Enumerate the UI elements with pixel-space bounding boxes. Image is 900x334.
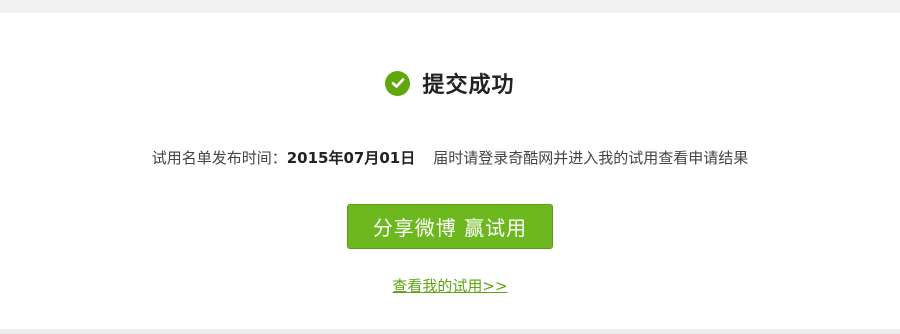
- result-panel: 提交成功 试用名单发布时间：2015年07月01日 届时请登录奇酷网并进入我的试用…: [0, 13, 900, 329]
- success-header: 提交成功: [0, 68, 900, 98]
- my-trials-link[interactable]: 查看我的试用>>: [0, 275, 900, 296]
- publish-info: 试用名单发布时间：2015年07月01日 届时请登录奇酷网并进入我的试用查看申请结…: [0, 147, 900, 168]
- check-circle-icon: [385, 70, 411, 96]
- publish-date: 2015年07月01日: [286, 149, 416, 167]
- success-title: 提交成功: [422, 73, 515, 98]
- result-message: 届时请登录奇酷网并进入我的试用查看申请结果: [433, 149, 749, 167]
- top-strip: [0, 0, 900, 13]
- publish-label: 试用名单发布时间：: [151, 149, 287, 167]
- bottom-strip: [0, 329, 900, 334]
- page: 提交成功 试用名单发布时间：2015年07月01日 届时请登录奇酷网并进入我的试用…: [0, 0, 900, 334]
- share-weibo-button[interactable]: 分享微博 赢试用: [347, 204, 553, 249]
